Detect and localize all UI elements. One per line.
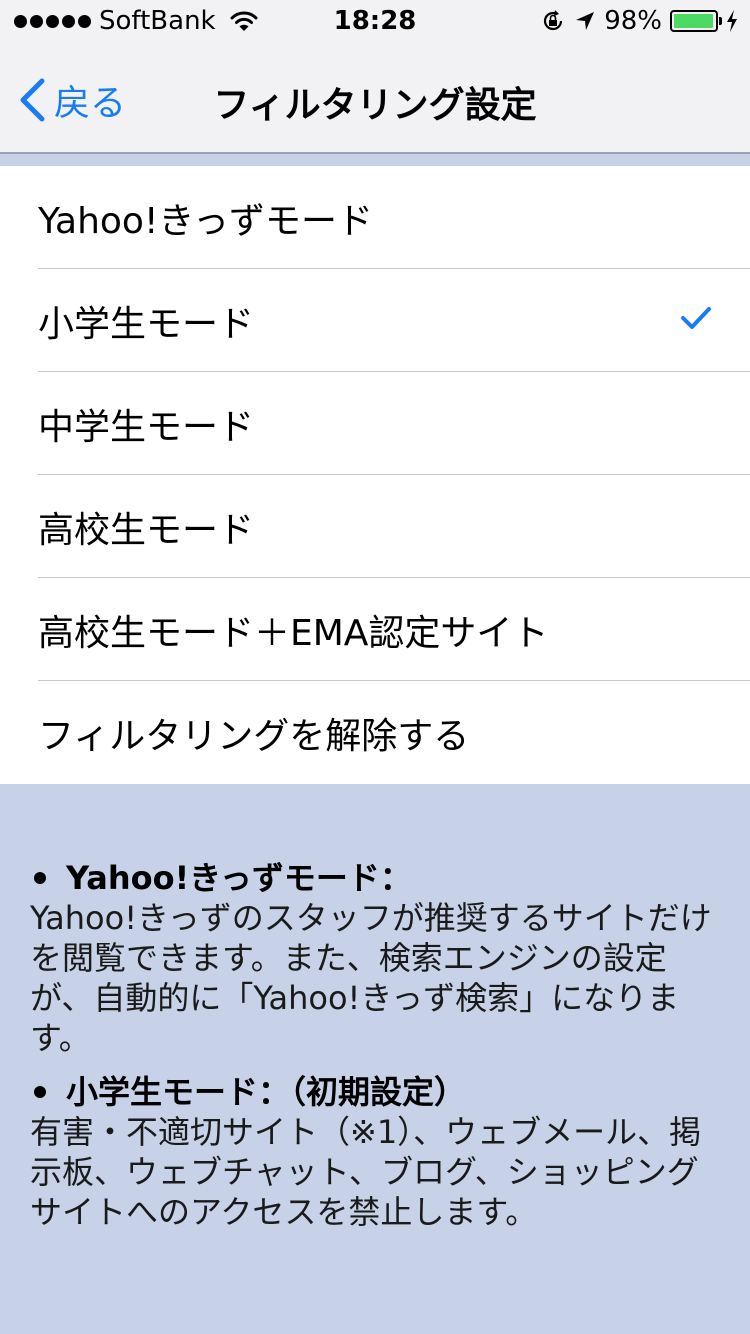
description-item: 小学生モード：（初期設定） 有害・不適切サイト（※1）、ウェブメール、掲示板、ウェ… [30,1072,720,1232]
battery-fill [674,14,714,28]
bullet-icon [34,1086,46,1098]
navigation-bar: 戻る フィルタリング設定 [0,40,750,154]
description-heading-text: Yahoo!きっずモード： [66,859,412,897]
filter-option-label: Yahoo!きっずモード [38,201,373,242]
bullet-icon [34,872,46,884]
description-heading: Yahoo!きっずモード： [30,858,720,898]
filter-option-row[interactable]: フィルタリングを解除する [0,681,750,784]
checkmark-icon [681,307,711,329]
filter-option-row[interactable]: 高校生モード＋EMA認定サイト [0,578,750,681]
description-body: Yahoo!きっずのスタッフが推奨するサイトだけを閲覧できます。また、検索エンジ… [30,899,712,1057]
filter-option-row[interactable]: Yahoo!きっずモード [0,166,750,269]
mode-descriptions: Yahoo!きっずモード： Yahoo!きっずのスタッフが推奨するサイトだけを閲覧… [30,858,720,1246]
description-heading: 小学生モード：（初期設定） [30,1072,720,1112]
filter-option-label: 小学生モード [38,304,255,345]
filter-mode-list: Yahoo!きっずモード 小学生モード 中学生モード 高校生モード高校生モード＋EMA… [0,166,750,784]
charging-bolt-icon [727,10,737,32]
location-arrow-icon [576,12,595,30]
filter-option-label: 中学生モード [38,407,255,448]
status-right: 98% [540,6,738,36]
filter-option-label: フィルタリングを解除する [38,716,470,757]
filter-option-row[interactable]: 小学生モード [0,269,750,372]
orientation-lock-icon [544,10,563,31]
page-title: フィルタリング設定 [213,85,537,126]
filter-option-label: 高校生モード [38,510,255,551]
description-heading-text: 小学生モード：（初期設定） [66,1073,467,1111]
description-body: 有害・不適切サイト（※1）、ウェブメール、掲示板、ウェブチャット、ブログ、ショッ… [30,1113,702,1231]
filter-option-row[interactable]: 中学生モード [0,372,750,475]
description-item: Yahoo!きっずモード： Yahoo!きっずのスタッフが推奨するサイトだけを閲覧… [30,858,720,1058]
battery-icon [670,10,722,32]
status-bar: SoftBank 18:28 98% [0,0,750,40]
battery-percent: 98% [604,6,662,36]
filter-option-label: 高校生モード＋EMA認定サイト [38,613,549,654]
filter-option-row[interactable]: 高校生モード [0,475,750,578]
